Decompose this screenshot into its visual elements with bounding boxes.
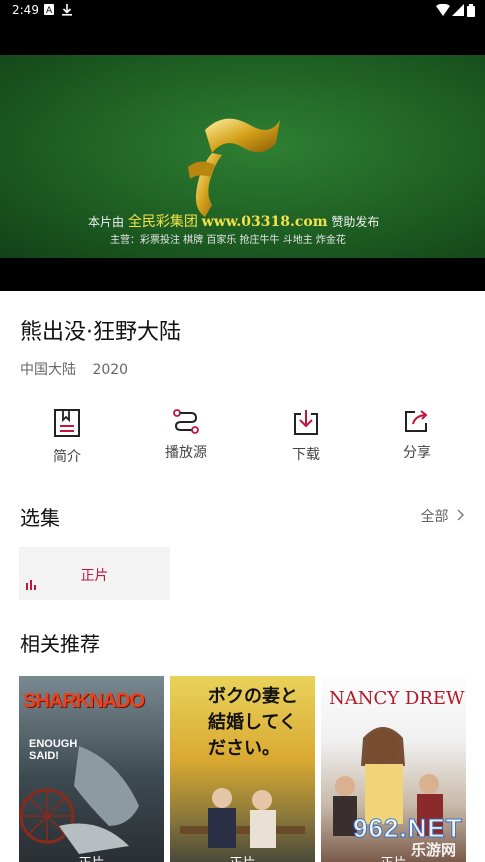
status-bar: 2:49 A bbox=[0, 0, 485, 22]
region-label: 中国大陆 bbox=[20, 362, 76, 378]
download-button[interactable]: 下载 bbox=[266, 404, 346, 464]
download-label: 下载 bbox=[292, 447, 320, 463]
poster-art bbox=[180, 788, 305, 848]
share-button[interactable]: 分享 bbox=[377, 404, 457, 462]
meta-info: 中国大陆 2020 bbox=[20, 359, 140, 379]
recommend-poster-2[interactable]: ボクの妻と結婚してください。 正片 bbox=[170, 676, 315, 862]
intro-label: 简介 bbox=[53, 449, 81, 465]
wifi-icon bbox=[436, 3, 450, 19]
chevron-right-icon bbox=[457, 509, 465, 525]
download-icon bbox=[294, 410, 318, 435]
year-label: 2020 bbox=[92, 362, 129, 378]
episode-item[interactable]: 正片 bbox=[19, 547, 170, 600]
poster-art bbox=[19, 746, 139, 854]
source-button[interactable]: 播放源 bbox=[146, 404, 226, 462]
download-status-icon bbox=[62, 4, 72, 19]
all-episodes-link[interactable]: 全部 bbox=[421, 506, 465, 526]
page-title: 熊出没·狂野大陆 bbox=[20, 320, 181, 345]
signal-icon bbox=[452, 4, 464, 19]
all-episodes-label: 全部 bbox=[420, 509, 449, 525]
sponsor-line: 本片由 全民彩集团 www.03318.com 赞助发布 bbox=[88, 214, 380, 230]
episodes-heading: 选集 bbox=[20, 506, 60, 530]
video-frame: 本片由 全民彩集团 www.03318.com 赞助发布 主营：彩票投注 棋牌 … bbox=[0, 55, 485, 258]
watermark-sub: 乐游网 bbox=[411, 841, 457, 859]
action-row: 简介 播放源 下载 分享 bbox=[0, 404, 485, 474]
document-icon bbox=[54, 409, 80, 437]
episode-label: 正片 bbox=[80, 568, 109, 584]
route-icon bbox=[173, 409, 199, 434]
recommend-poster-1[interactable]: SHARKNADO ENOUGH SAID! 正片 bbox=[19, 676, 164, 862]
status-time: 2:49 bbox=[12, 3, 39, 17]
poster-caption: 正片 bbox=[170, 852, 315, 862]
intro-button[interactable]: 简介 bbox=[27, 404, 107, 466]
notification-a-icon: A bbox=[44, 4, 54, 18]
svg-text:A: A bbox=[46, 6, 53, 15]
playing-indicator-icon bbox=[26, 575, 38, 594]
poster-caption: 正片 bbox=[19, 852, 164, 862]
source-label: 播放源 bbox=[165, 445, 207, 461]
battery-icon bbox=[467, 4, 475, 20]
recommend-heading: 相关推荐 bbox=[20, 632, 100, 656]
share-label: 分享 bbox=[403, 445, 431, 461]
share-icon bbox=[405, 410, 428, 432]
video-player[interactable]: 本片由 全民彩集团 www.03318.com 赞助发布 主营：彩票投注 棋牌 … bbox=[0, 22, 485, 291]
sponsor-line-2: 主营：彩票投注 棋牌 百家乐 抢庄牛牛 斗地主 炸金花 bbox=[110, 235, 346, 246]
site-watermark: 962.NET 乐游网 bbox=[345, 813, 480, 860]
